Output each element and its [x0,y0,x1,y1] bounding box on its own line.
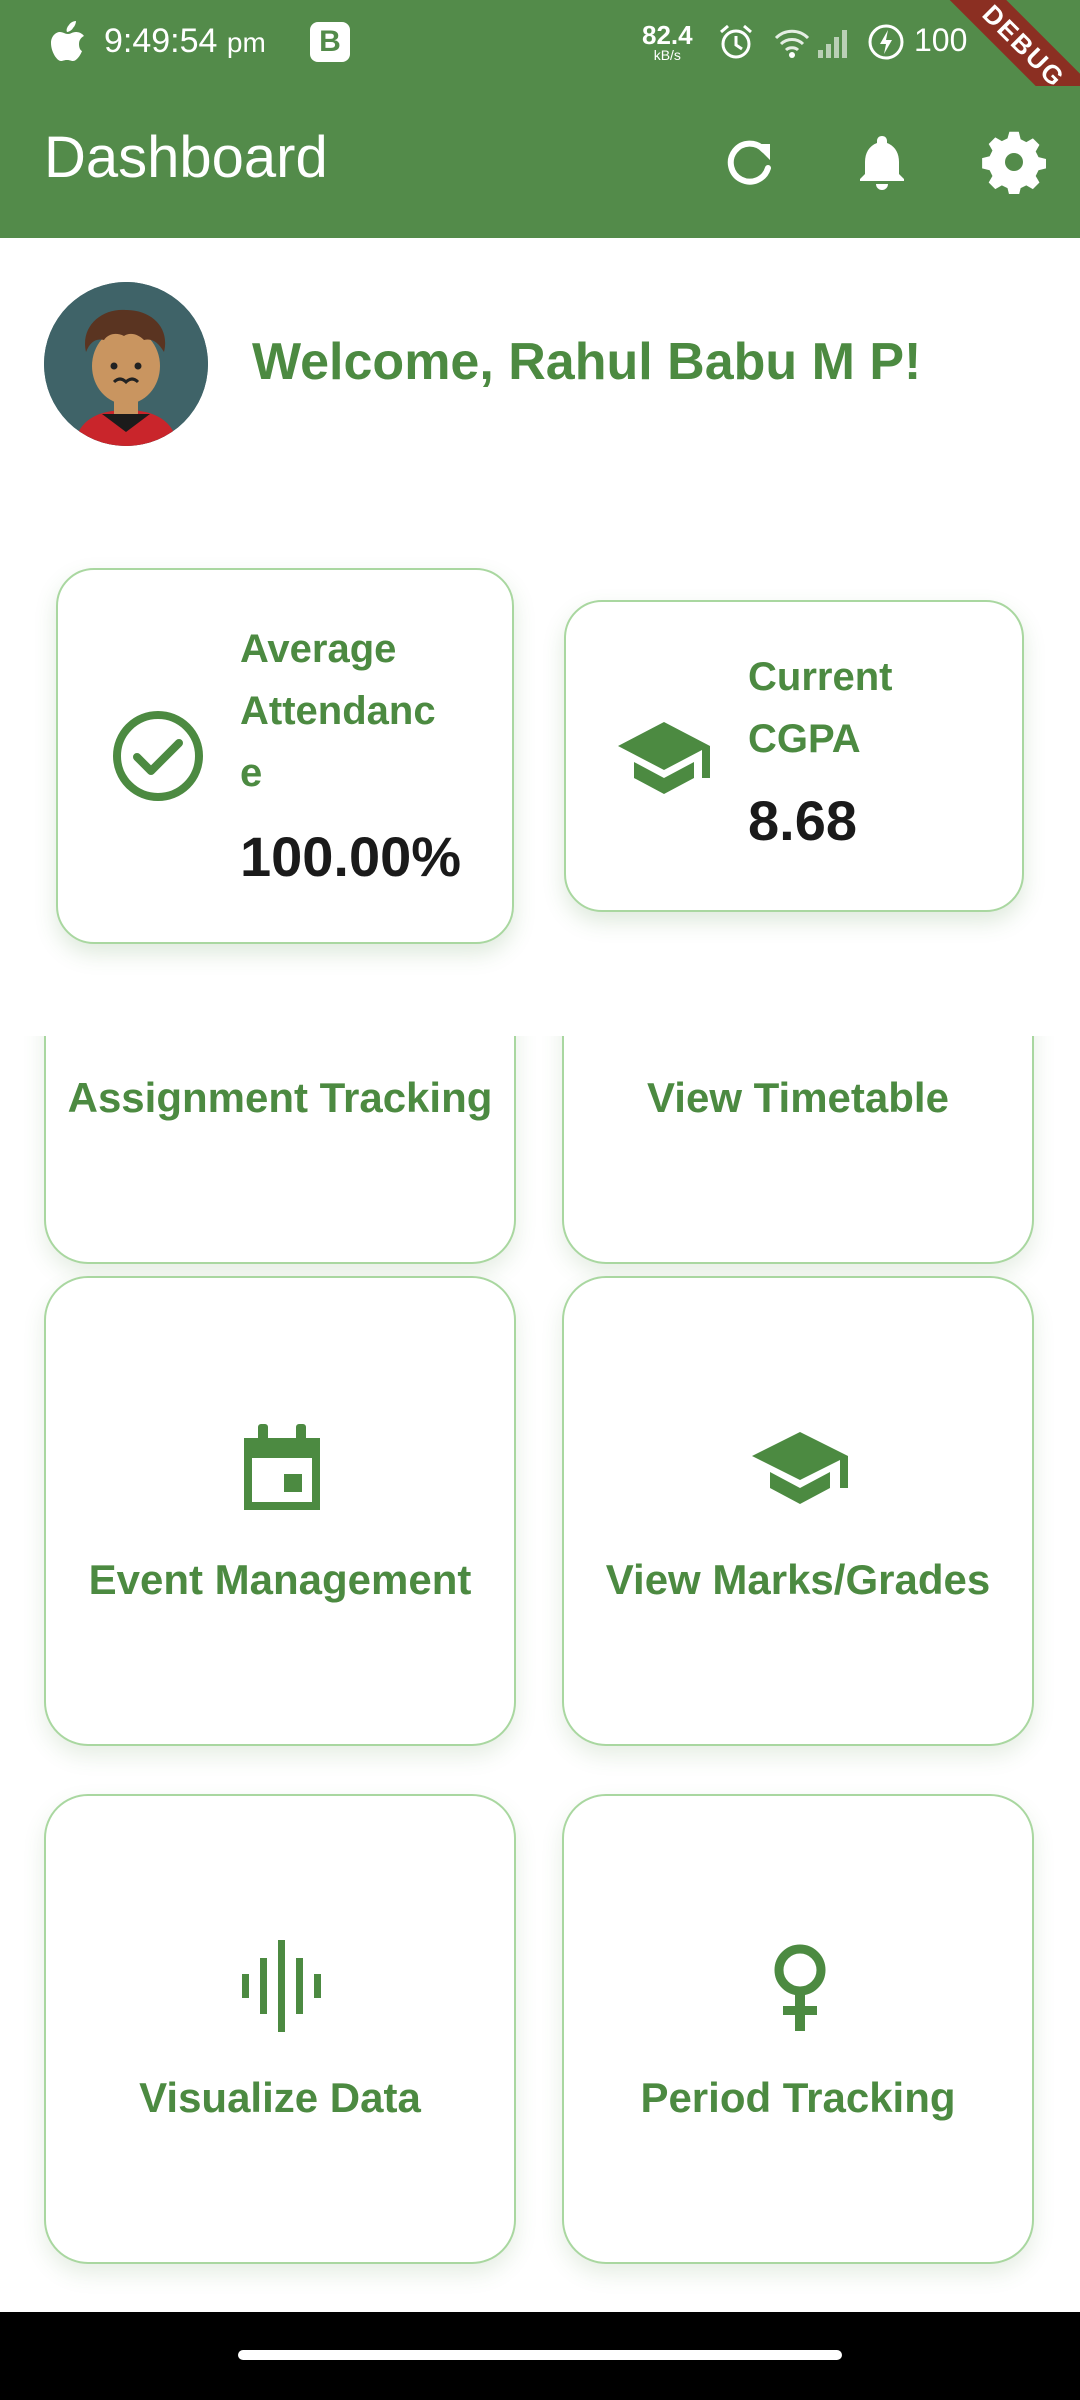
graduation-cap-icon [752,1432,848,1504]
wifi-icon [772,22,812,62]
status-bar: 9:49:54 pm B 82.4 kB/s 100 [0,0,1080,86]
app-bar: Dashboard [0,86,1080,238]
tile-label: Assignment Tracking [67,1074,493,1121]
graduation-cap-icon [618,722,710,794]
tile-label: View Timetable [647,1074,949,1121]
check-circle-icon [113,711,203,801]
signal-icon [814,22,854,62]
graphic-eq-icon [242,1940,321,2032]
welcome-message: Welcome, Rahul Babu M P! [252,333,922,391]
tile-label: Period Tracking [640,2074,956,2121]
avatar [44,282,208,446]
network-speed: 82.4 kB/s [642,20,693,63]
home-gesture-handle[interactable] [238,2350,842,2360]
battery-level: 100 [914,22,968,58]
event-management-tile[interactable]: Event Management [44,1276,516,1746]
gear-icon [982,131,1047,196]
attendance-value: 100.00% [240,825,462,888]
feature-grid[interactable]: Assignment Tracking View Timetable Event… [0,1036,1080,2312]
view-marks-tile[interactable]: View Marks/Grades [562,1276,1034,1746]
assignment-tracking-tile[interactable]: Assignment Tracking [44,1036,516,1264]
refresh-button[interactable] [718,130,782,194]
battery-saver-icon [866,22,906,62]
clock: 9:49:54 pm [104,22,266,60]
attendance-label: Average Attendanc e [240,627,436,795]
refresh-icon [727,140,771,185]
page-title: Dashboard [44,125,328,190]
cgpa-label: Current CGPA [748,655,893,761]
tile-label: Event Management [88,1556,472,1603]
visualize-data-tile[interactable]: Visualize Data [44,1794,516,2264]
settings-button[interactable] [982,130,1047,196]
notification-badge: B [310,22,350,62]
cgpa-card[interactable]: Current CGPA 8.68 [564,600,1024,912]
calendar-icon [244,1424,320,1510]
alarm-icon [716,22,756,62]
navigation-bar [0,2312,1080,2400]
female-icon [774,1944,826,2031]
apple-icon [46,20,86,64]
period-tracking-tile[interactable]: Period Tracking [562,1794,1034,2264]
bell-icon [860,136,904,190]
attendance-card[interactable]: Average Attendanc e 100.00% [56,568,514,944]
view-timetable-tile[interactable]: View Timetable [562,1036,1034,1264]
cgpa-value: 8.68 [748,789,857,852]
notifications-button[interactable] [850,130,914,194]
tile-label: View Marks/Grades [605,1556,991,1603]
tile-label: Visualize Data [139,2074,421,2121]
